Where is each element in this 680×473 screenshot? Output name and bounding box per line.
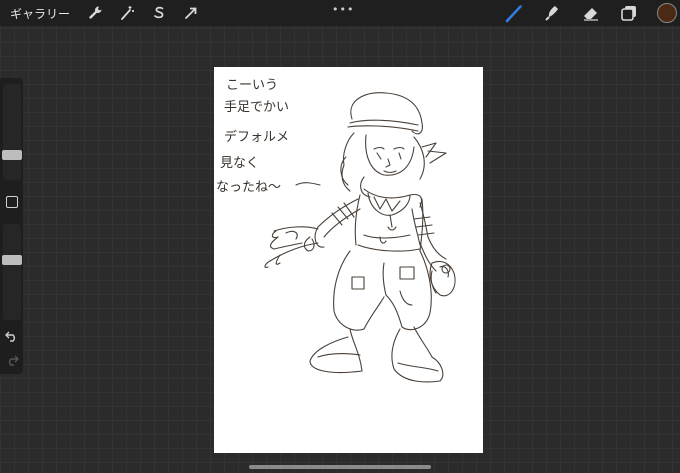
top-toolbar: ギャラリー ••• — [0, 0, 680, 26]
selection-s-icon[interactable] — [150, 4, 168, 22]
note-line-4: 見なく — [220, 156, 259, 171]
opacity-handle[interactable] — [2, 255, 22, 265]
right-tools — [505, 0, 680, 26]
undo-icon[interactable] — [5, 330, 19, 342]
eraser-icon[interactable] — [581, 3, 601, 23]
sketch-drawing: こーいう 手足でかい デフォルメ 見なく なったね〜 — [216, 78, 456, 383]
arrow-cursor-icon[interactable] — [182, 4, 200, 22]
brush-size-handle[interactable] — [2, 150, 22, 160]
square-modify-icon[interactable] — [6, 196, 18, 208]
smudge-icon[interactable] — [543, 3, 563, 23]
left-sidebar — [0, 78, 23, 374]
layers-icon[interactable] — [619, 3, 639, 23]
magic-wand-icon[interactable] — [118, 4, 136, 22]
more-options-button[interactable]: ••• — [332, 3, 354, 16]
gallery-button[interactable]: ギャラリー — [10, 5, 70, 22]
brush-icon[interactable] — [505, 3, 525, 23]
wrench-icon[interactable] — [86, 4, 104, 22]
note-line-3: デフォルメ — [224, 129, 289, 145]
note-line-2: 手足でかい — [224, 100, 289, 115]
color-picker-swatch[interactable] — [657, 3, 677, 23]
drawing-canvas[interactable]: こーいう 手足でかい デフォルメ 見なく なったね〜 — [214, 67, 483, 453]
opacity-slider[interactable] — [3, 224, 21, 320]
brush-size-slider[interactable] — [3, 84, 21, 180]
home-indicator — [249, 465, 431, 469]
note-line-1: こーいう — [226, 78, 278, 93]
redo-icon[interactable] — [5, 354, 19, 366]
note-line-5: なったね〜 — [216, 180, 281, 195]
